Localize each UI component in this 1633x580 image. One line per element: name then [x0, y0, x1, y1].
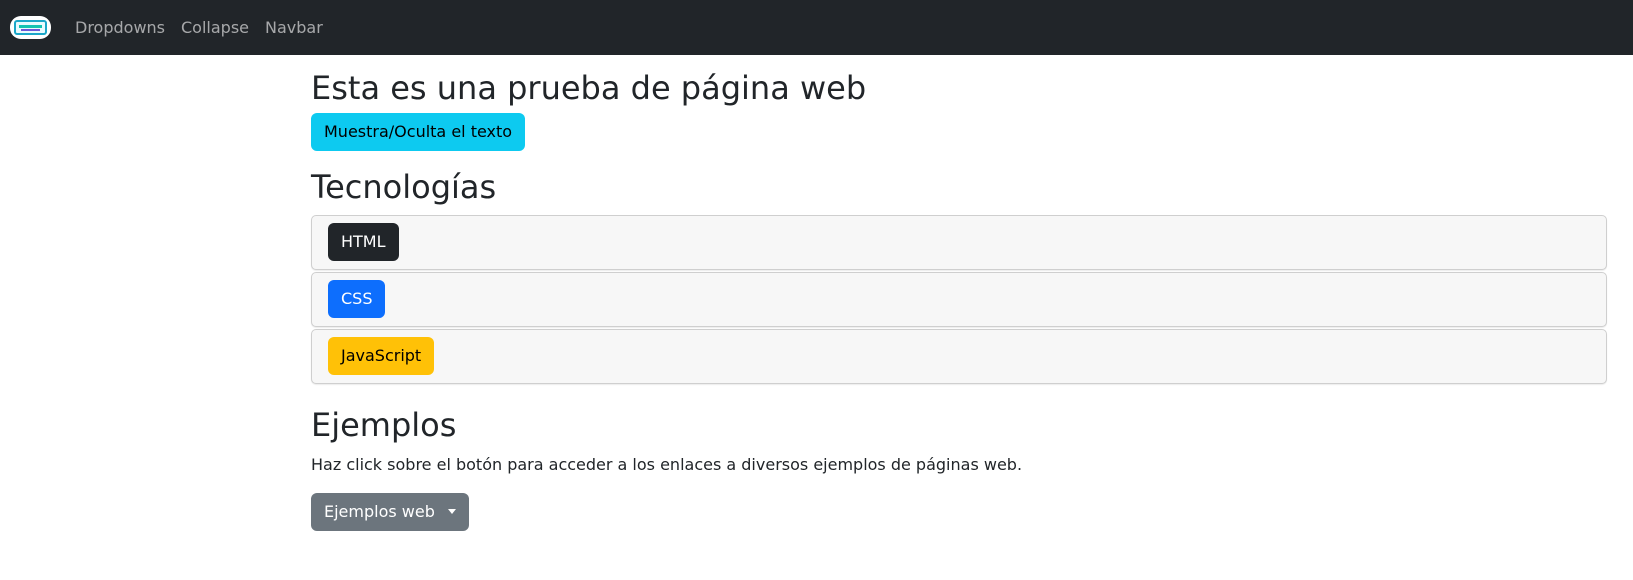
tech-card-html: HTML — [311, 214, 1607, 270]
examples-heading: Ejemplos — [311, 405, 457, 444]
nav-link-dropdowns[interactable]: Dropdowns — [75, 18, 165, 37]
examples-section: Ejemplos Haz click sobre el botón para a… — [311, 405, 1607, 532]
nav-link-collapse[interactable]: Collapse — [181, 18, 249, 37]
tech-card-css: CSS — [311, 271, 1607, 327]
page-title: Esta es una prueba de página web — [311, 69, 867, 107]
top-navbar: Dropdowns Collapse Navbar — [0, 0, 1633, 55]
examples-description: Haz click sobre el botón para acceder a … — [311, 455, 1023, 475]
tech-card-javascript: JavaScript — [311, 328, 1607, 384]
javascript-button[interactable]: JavaScript — [328, 337, 435, 376]
technologies-list: HTML CSS JavaScript — [311, 214, 1607, 384]
html-button[interactable]: HTML — [328, 223, 399, 262]
examples-dropdown-button[interactable]: Ejemplos web — [311, 493, 469, 532]
examples-dropdown-label: Ejemplos web — [324, 502, 435, 522]
nav-link-navbar[interactable]: Navbar — [265, 18, 323, 37]
technologies-heading: Tecnologías — [311, 168, 497, 207]
brand-logo-icon[interactable] — [10, 16, 51, 39]
css-button[interactable]: CSS — [328, 280, 386, 319]
main-container: Esta es una prueba de página web Muestra… — [311, 55, 1607, 532]
toggle-text-button[interactable]: Muestra/Oculta el texto — [311, 113, 526, 152]
